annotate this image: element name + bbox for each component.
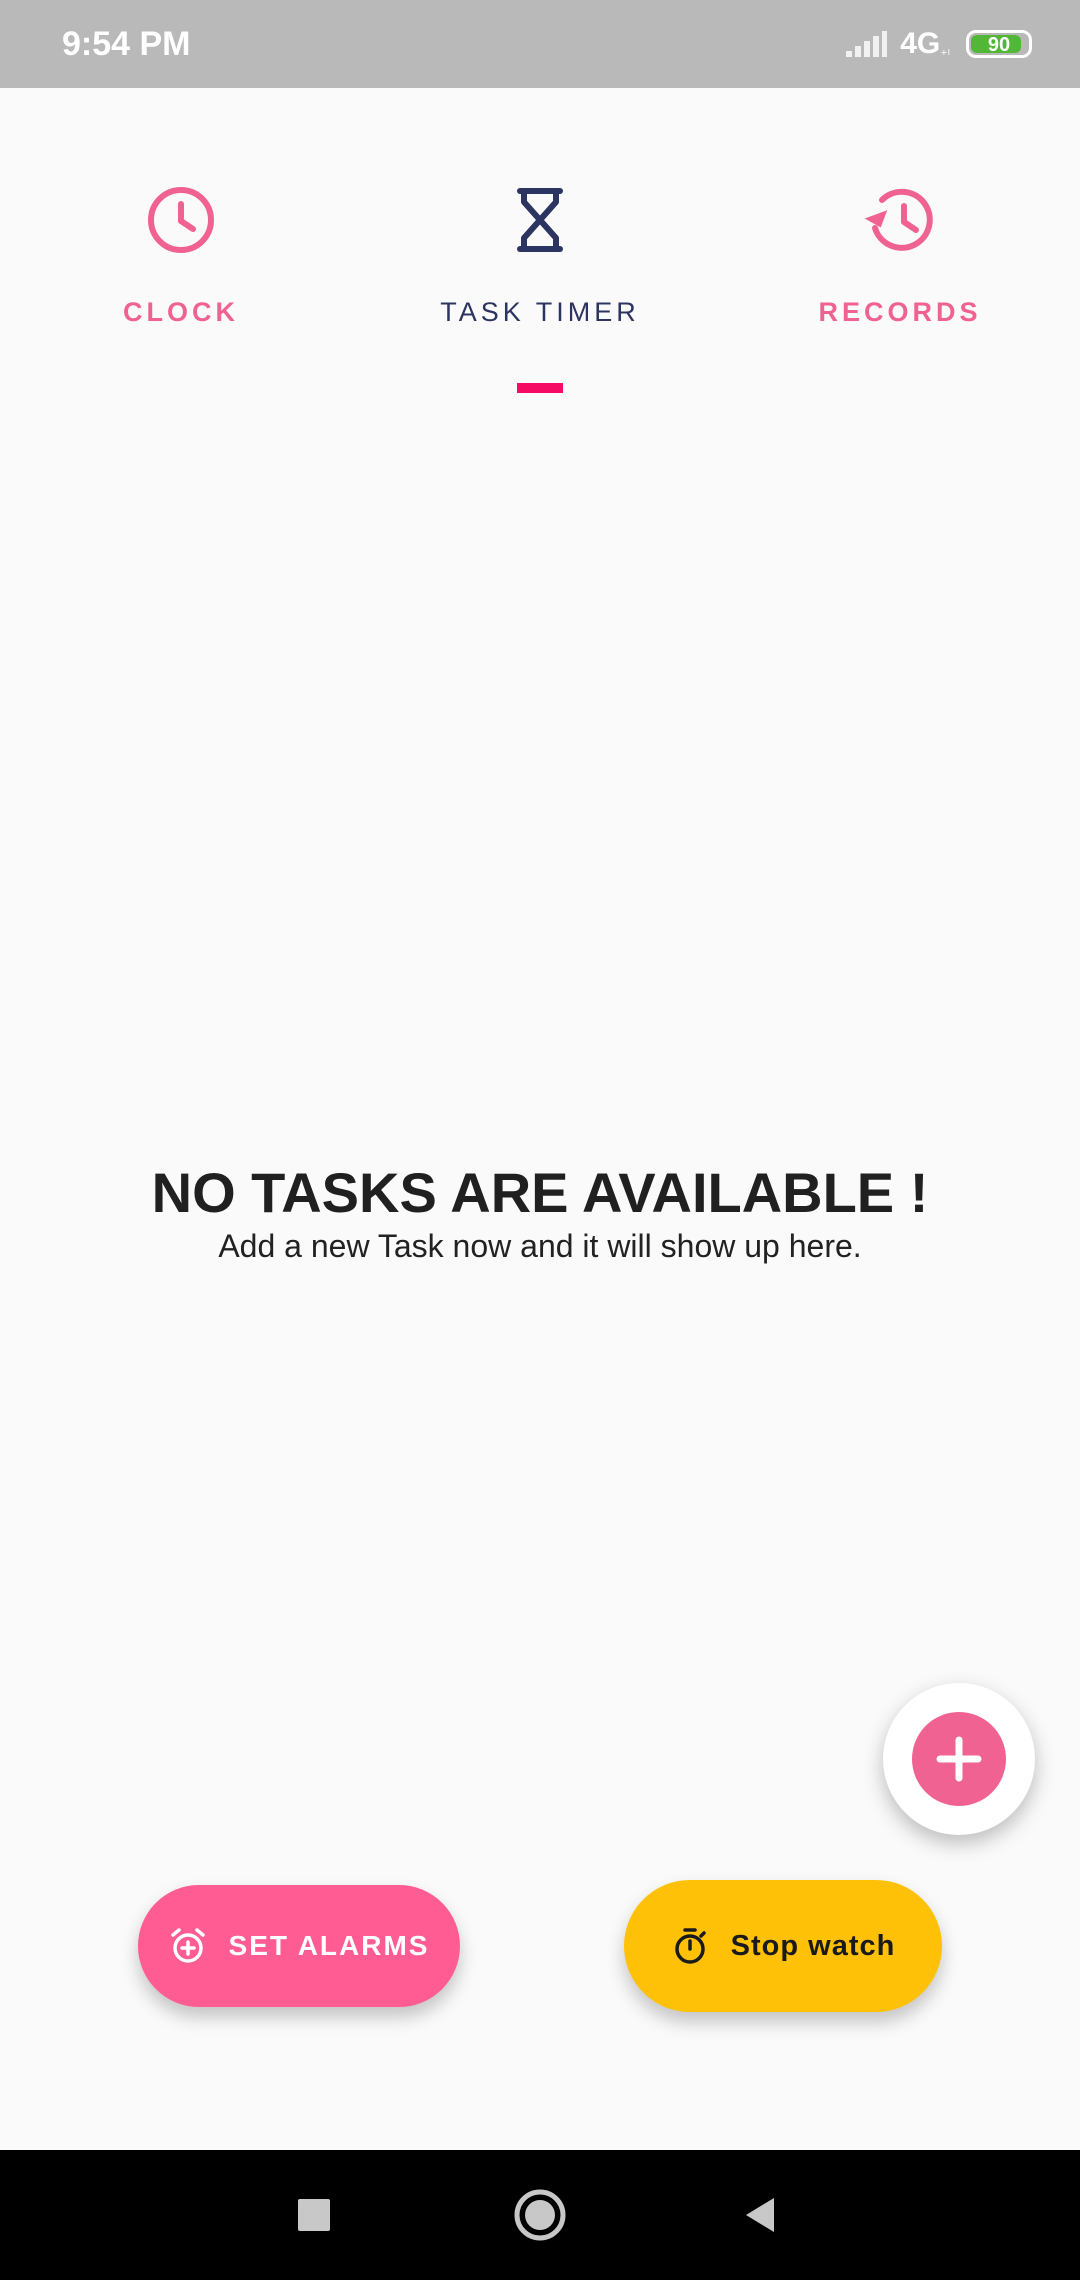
add-task-button[interactable] (883, 1683, 1035, 1835)
status-bar: 9:54 PM 4G ₊ₗ 90 (0, 0, 1080, 88)
home-button[interactable] (500, 2150, 580, 2280)
battery-icon: 90 (966, 30, 1032, 58)
empty-state-subtitle: Add a new Task now and it will show up h… (218, 1228, 862, 1264)
battery-level: 90 (987, 34, 1011, 56)
tab-clock[interactable]: CLOCK (31, 180, 331, 330)
history-icon (864, 188, 933, 251)
network-activity: ₊ₗ (940, 41, 950, 58)
tab-clock-label: CLOCK (123, 297, 239, 327)
plus-icon (936, 1736, 982, 1782)
stop-watch-label: Stop watch (730, 1929, 896, 1962)
add-task-button-circle (912, 1712, 1006, 1806)
network-type: 4G (900, 27, 941, 60)
clock-icon (148, 187, 214, 253)
status-indicators: 4G ₊ₗ 90 (844, 24, 1032, 64)
status-time: 9:54 PM (62, 25, 191, 63)
set-alarms-button[interactable]: SET ALARMS (138, 1885, 460, 2007)
selected-tab-indicator (517, 383, 563, 393)
recents-button[interactable] (274, 2150, 354, 2280)
empty-state-title: NO TASKS ARE AVAILABLE ! (151, 1161, 929, 1224)
square-icon (298, 2199, 330, 2231)
circle-icon (514, 2189, 566, 2241)
back-button[interactable] (720, 2150, 800, 2280)
hourglass-icon (517, 188, 563, 252)
tab-records[interactable]: RECORDS (750, 180, 1050, 330)
stopwatch-icon (674, 1928, 706, 1964)
set-alarms-label: SET ALARMS (228, 1930, 430, 1961)
tab-task-timer-label: TASK TIMER (440, 297, 640, 327)
signal-icon (846, 31, 888, 57)
alarm-add-icon (170, 1928, 205, 1963)
system-navigation-bar (0, 2150, 1080, 2280)
stop-watch-button[interactable]: Stop watch (624, 1880, 942, 2012)
tab-records-label: RECORDS (818, 297, 982, 327)
triangle-back-icon (746, 2198, 774, 2232)
tab-task-timer[interactable]: TASK TIMER (390, 180, 690, 330)
